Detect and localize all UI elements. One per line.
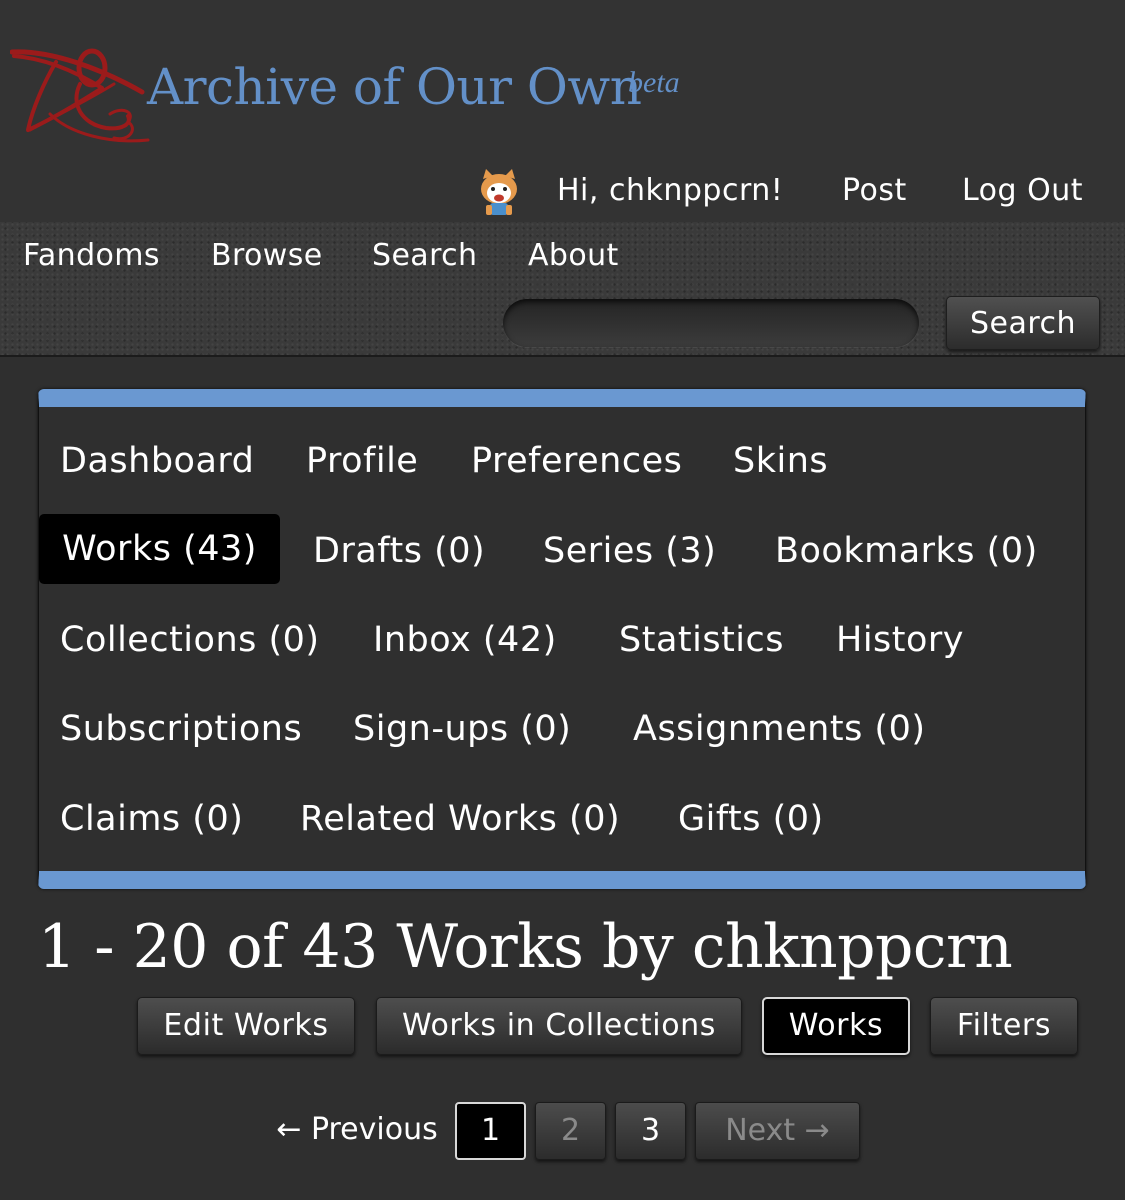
collections-link[interactable]: Collections (0) [60, 620, 320, 660]
nav-browse[interactable]: Browse [211, 238, 323, 273]
preferences-link[interactable]: Preferences [471, 441, 682, 481]
site-title[interactable]: Archive of Our Own [147, 58, 642, 116]
user-nav: Hi, chknppcrn! Post Log Out [0, 167, 1125, 217]
edit-works-button[interactable]: Edit Works [137, 997, 355, 1055]
skins-link[interactable]: Skins [733, 441, 828, 481]
post-link[interactable]: Post [842, 173, 907, 208]
logout-link[interactable]: Log Out [962, 173, 1083, 208]
primary-nav: Fandoms Browse Search About Search [0, 222, 1125, 357]
site-header: Archive of Our Own beta Hi, chknppcrn! P… [0, 0, 1125, 222]
pagination-previous: ← Previous [276, 1112, 438, 1147]
nav-about[interactable]: About [528, 238, 619, 273]
red-panda-avatar-icon[interactable] [474, 167, 524, 217]
bookmarks-link[interactable]: Bookmarks (0) [775, 531, 1038, 571]
works-link[interactable]: Works (43) [39, 514, 280, 584]
signups-link[interactable]: Sign-ups (0) [353, 709, 571, 749]
page-title: 1 - 20 of 43 Works by chknppcrn [38, 912, 1013, 982]
series-link[interactable]: Series (3) [543, 531, 716, 571]
profile-link[interactable]: Profile [306, 441, 418, 481]
subscriptions-link[interactable]: Subscriptions [60, 709, 302, 749]
search-button[interactable]: Search [946, 296, 1100, 350]
nav-search[interactable]: Search [372, 238, 477, 273]
dashboard-nav: Dashboard Profile Preferences Skins Work… [38, 389, 1086, 889]
filters-button[interactable]: Filters [930, 997, 1078, 1055]
nav-fandoms[interactable]: Fandoms [23, 238, 160, 273]
history-link[interactable]: History [836, 620, 964, 660]
claims-link[interactable]: Claims (0) [60, 799, 243, 839]
pagination-page-3[interactable]: 3 [615, 1102, 686, 1160]
works-button[interactable]: Works [762, 997, 910, 1055]
pagination-page-1: 1 [455, 1102, 526, 1160]
assignments-link[interactable]: Assignments (0) [633, 709, 926, 749]
dashboard-link[interactable]: Dashboard [60, 441, 254, 481]
user-greeting[interactable]: Hi, chknppcrn! [557, 173, 783, 208]
pagination-next[interactable]: Next → [695, 1102, 860, 1160]
drafts-link[interactable]: Drafts (0) [313, 531, 485, 571]
gifts-link[interactable]: Gifts (0) [678, 799, 824, 839]
related-works-link[interactable]: Related Works (0) [300, 799, 620, 839]
search-input[interactable] [503, 299, 919, 347]
pagination-page-2[interactable]: 2 [535, 1102, 606, 1160]
statistics-link[interactable]: Statistics [619, 620, 784, 660]
ao3-logo-icon[interactable] [10, 44, 150, 148]
site-beta-label: beta [628, 66, 680, 99]
inbox-link[interactable]: Inbox (42) [373, 620, 557, 660]
works-in-collections-button[interactable]: Works in Collections [376, 997, 742, 1055]
